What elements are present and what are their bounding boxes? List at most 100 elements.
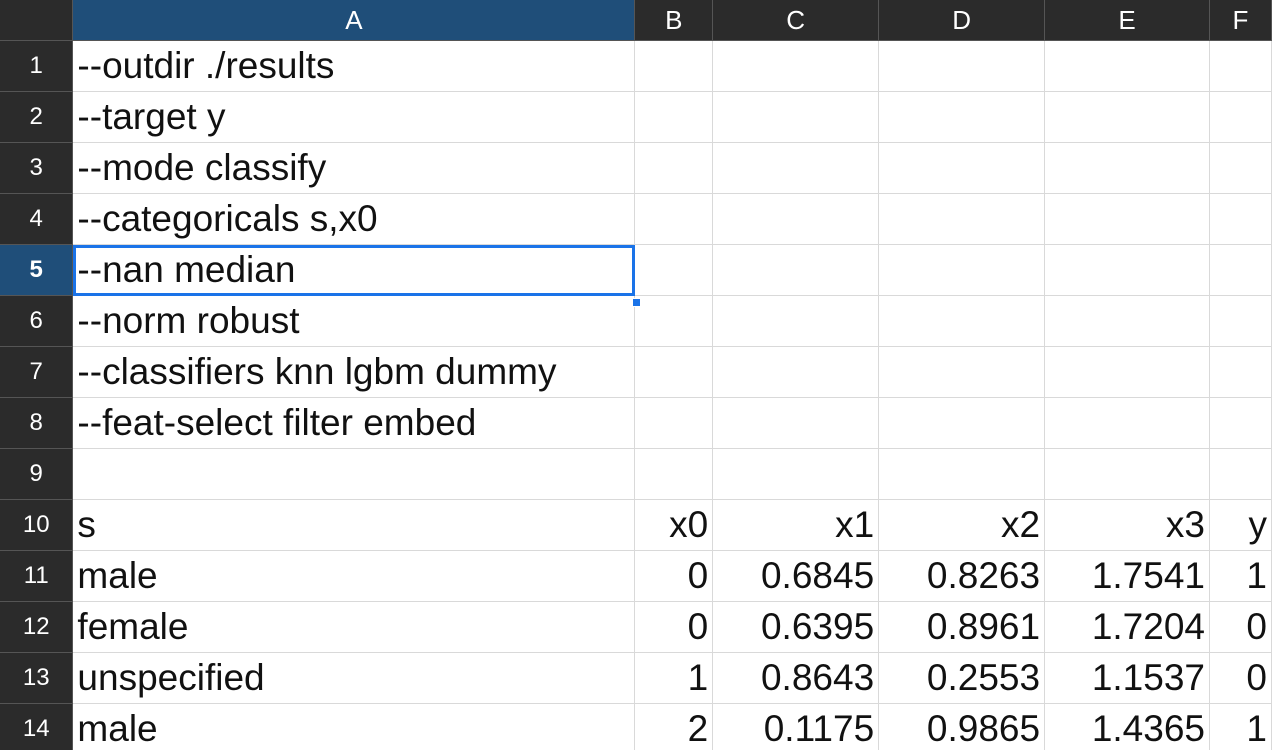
row-header-2[interactable]: 2 — [0, 91, 74, 143]
cell-d7[interactable] — [878, 346, 1046, 398]
cell-e13[interactable]: 1.1537 — [1044, 652, 1210, 704]
cell-d8[interactable] — [878, 397, 1046, 449]
cell-a4[interactable]: --categoricals s,x0 — [72, 193, 636, 245]
cell-f10[interactable]: y — [1209, 499, 1272, 551]
cell-e9[interactable] — [1044, 448, 1210, 500]
cell-a1[interactable]: --outdir ./results — [72, 40, 636, 92]
row-header-14[interactable]: 14 — [0, 703, 74, 750]
row-header-6[interactable]: 6 — [0, 295, 74, 347]
cell-e3[interactable] — [1044, 142, 1210, 194]
select-all-corner[interactable] — [0, 0, 74, 41]
cell-e14[interactable]: 1.4365 — [1044, 703, 1210, 750]
cell-a11[interactable]: male — [72, 550, 636, 602]
cell-f12[interactable]: 0 — [1209, 601, 1272, 653]
row-header-4[interactable]: 4 — [0, 193, 74, 245]
cell-a13[interactable]: unspecified — [72, 652, 636, 704]
cell-b8[interactable] — [634, 397, 714, 449]
cell-b12[interactable]: 0 — [634, 601, 714, 653]
cell-f1[interactable] — [1209, 40, 1272, 92]
cell-c2[interactable] — [712, 91, 880, 143]
cell-a7[interactable]: --classifiers knn lgbm dummy — [72, 346, 636, 398]
cell-e4[interactable] — [1044, 193, 1210, 245]
cell-c12[interactable]: 0.6395 — [712, 601, 880, 653]
cell-c7[interactable] — [712, 346, 880, 398]
cell-f4[interactable] — [1209, 193, 1272, 245]
row-header-7[interactable]: 7 — [0, 346, 74, 398]
cell-a3[interactable]: --mode classify — [72, 142, 636, 194]
cell-b14[interactable]: 2 — [634, 703, 714, 750]
row-header-8[interactable]: 8 — [0, 397, 74, 449]
cell-f5[interactable] — [1209, 244, 1272, 296]
cell-c1[interactable] — [712, 40, 880, 92]
column-header-b[interactable]: B — [634, 0, 714, 41]
cell-a10[interactable]: s — [72, 499, 636, 551]
column-header-c[interactable]: C — [712, 0, 880, 41]
cell-e12[interactable]: 1.7204 — [1044, 601, 1210, 653]
cell-a8[interactable]: --feat-select filter embed — [72, 397, 636, 449]
cell-f9[interactable] — [1209, 448, 1272, 500]
cell-d6[interactable] — [878, 295, 1046, 347]
cell-f3[interactable] — [1209, 142, 1272, 194]
fill-handle[interactable] — [632, 298, 641, 307]
cell-f13[interactable]: 0 — [1209, 652, 1272, 704]
cell-b9[interactable] — [634, 448, 714, 500]
row-header-5[interactable]: 5 — [0, 244, 74, 296]
cell-f11[interactable]: 1 — [1209, 550, 1272, 602]
row-header-12[interactable]: 12 — [0, 601, 74, 653]
cell-d2[interactable] — [878, 91, 1046, 143]
cell-c4[interactable] — [712, 193, 880, 245]
column-header-f[interactable]: F — [1209, 0, 1272, 41]
cell-a12[interactable]: female — [72, 601, 636, 653]
column-header-a[interactable]: A — [72, 0, 636, 41]
cell-a2[interactable]: --target y — [72, 91, 636, 143]
cell-d13[interactable]: 0.2553 — [878, 652, 1046, 704]
cell-d5[interactable] — [878, 244, 1046, 296]
cell-b3[interactable] — [634, 142, 714, 194]
cell-e11[interactable]: 1.7541 — [1044, 550, 1210, 602]
cell-e5[interactable] — [1044, 244, 1210, 296]
cell-b5[interactable] — [634, 244, 714, 296]
cell-b4[interactable] — [634, 193, 714, 245]
row-header-11[interactable]: 11 — [0, 550, 74, 602]
column-header-d[interactable]: D — [878, 0, 1046, 41]
cell-f8[interactable] — [1209, 397, 1272, 449]
column-header-e[interactable]: E — [1044, 0, 1210, 41]
cell-e2[interactable] — [1044, 91, 1210, 143]
cell-c9[interactable] — [712, 448, 880, 500]
cell-c6[interactable] — [712, 295, 880, 347]
cell-c13[interactable]: 0.8643 — [712, 652, 880, 704]
cell-c11[interactable]: 0.6845 — [712, 550, 880, 602]
cell-c5[interactable] — [712, 244, 880, 296]
row-header-10[interactable]: 10 — [0, 499, 74, 551]
cell-c10[interactable]: x1 — [712, 499, 880, 551]
cell-b13[interactable]: 1 — [634, 652, 714, 704]
cell-c8[interactable] — [712, 397, 880, 449]
cell-e7[interactable] — [1044, 346, 1210, 398]
cell-f6[interactable] — [1209, 295, 1272, 347]
cell-f2[interactable] — [1209, 91, 1272, 143]
cell-a5[interactable]: --nan median — [72, 244, 636, 296]
cell-d11[interactable]: 0.8263 — [878, 550, 1046, 602]
cell-d10[interactable]: x2 — [878, 499, 1046, 551]
row-header-9[interactable]: 9 — [0, 448, 74, 500]
cell-b1[interactable] — [634, 40, 714, 92]
cell-c3[interactable] — [712, 142, 880, 194]
cell-d4[interactable] — [878, 193, 1046, 245]
cell-c14[interactable]: 0.1175 — [712, 703, 880, 750]
row-header-3[interactable]: 3 — [0, 142, 74, 194]
cell-f14[interactable]: 1 — [1209, 703, 1272, 750]
cell-d9[interactable] — [878, 448, 1046, 500]
cell-b2[interactable] — [634, 91, 714, 143]
cell-a9[interactable] — [72, 448, 636, 500]
cell-d3[interactable] — [878, 142, 1046, 194]
cell-b11[interactable]: 0 — [634, 550, 714, 602]
cell-b6[interactable] — [634, 295, 714, 347]
cell-a14[interactable]: male — [72, 703, 636, 750]
cell-a6[interactable]: --norm robust — [72, 295, 636, 347]
cell-f7[interactable] — [1209, 346, 1272, 398]
cell-e1[interactable] — [1044, 40, 1210, 92]
cell-e6[interactable] — [1044, 295, 1210, 347]
row-header-13[interactable]: 13 — [0, 652, 74, 704]
cell-d12[interactable]: 0.8961 — [878, 601, 1046, 653]
cell-d14[interactable]: 0.9865 — [878, 703, 1046, 750]
